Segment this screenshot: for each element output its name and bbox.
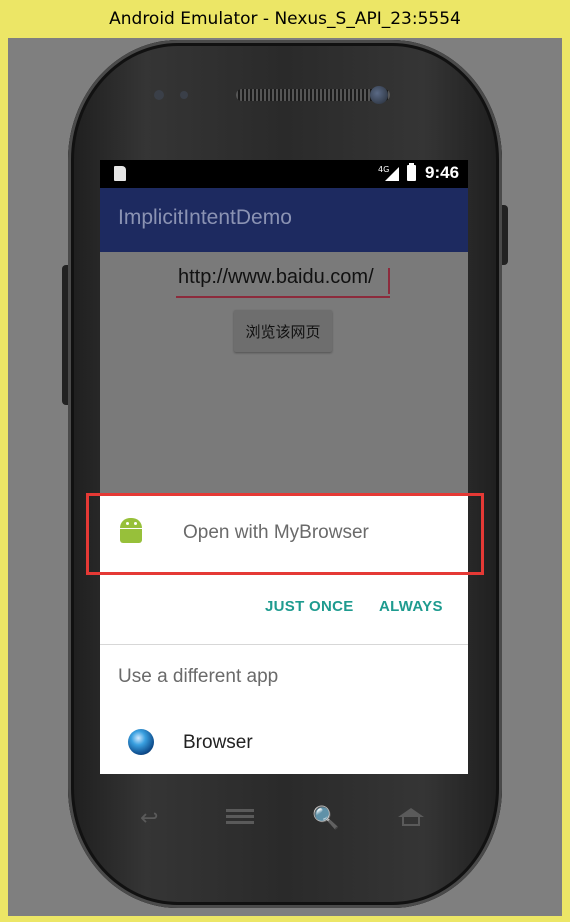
chooser-actions: JUST ONCE ALWAYS xyxy=(100,576,468,642)
signal-icon xyxy=(385,167,399,181)
use-different-app-heading: Use a different app xyxy=(118,666,279,687)
always-button[interactable]: ALWAYS xyxy=(379,598,443,615)
front-camera-icon xyxy=(370,86,388,104)
back-key-icon[interactable]: ↩ xyxy=(140,806,158,831)
search-key-icon[interactable]: 🔍 xyxy=(312,806,339,831)
sensor-icon xyxy=(180,91,188,99)
sd-card-icon xyxy=(114,166,126,181)
app-title: ImplicitIntentDemo xyxy=(118,206,292,229)
highlight-box xyxy=(86,493,484,575)
home-key-icon[interactable] xyxy=(396,808,426,828)
divider xyxy=(100,644,468,645)
sensor-icon xyxy=(154,90,164,100)
app-option-label: Browser xyxy=(183,732,253,753)
app-bar: ImplicitIntentDemo xyxy=(100,188,468,252)
browse-button[interactable]: 浏览该网页 xyxy=(234,310,332,352)
url-input-underline xyxy=(176,296,390,298)
battery-icon xyxy=(407,163,416,181)
app-option-browser[interactable]: Browser xyxy=(100,714,468,774)
status-bar: 4G 9:46 xyxy=(100,160,468,188)
phone-screen: 4G 9:46 ImplicitIntentDemo http://www.ba… xyxy=(100,160,468,774)
earpiece-speaker xyxy=(236,89,390,101)
status-time: 9:46 xyxy=(425,163,460,182)
just-once-button[interactable]: JUST ONCE xyxy=(265,598,354,615)
menu-key-icon[interactable] xyxy=(226,809,254,827)
text-cursor xyxy=(388,268,390,294)
url-input[interactable]: http://www.baidu.com/ xyxy=(178,266,390,296)
globe-icon xyxy=(128,729,154,755)
window-title: Android Emulator - Nexus_S_API_23:5554 xyxy=(109,9,461,29)
